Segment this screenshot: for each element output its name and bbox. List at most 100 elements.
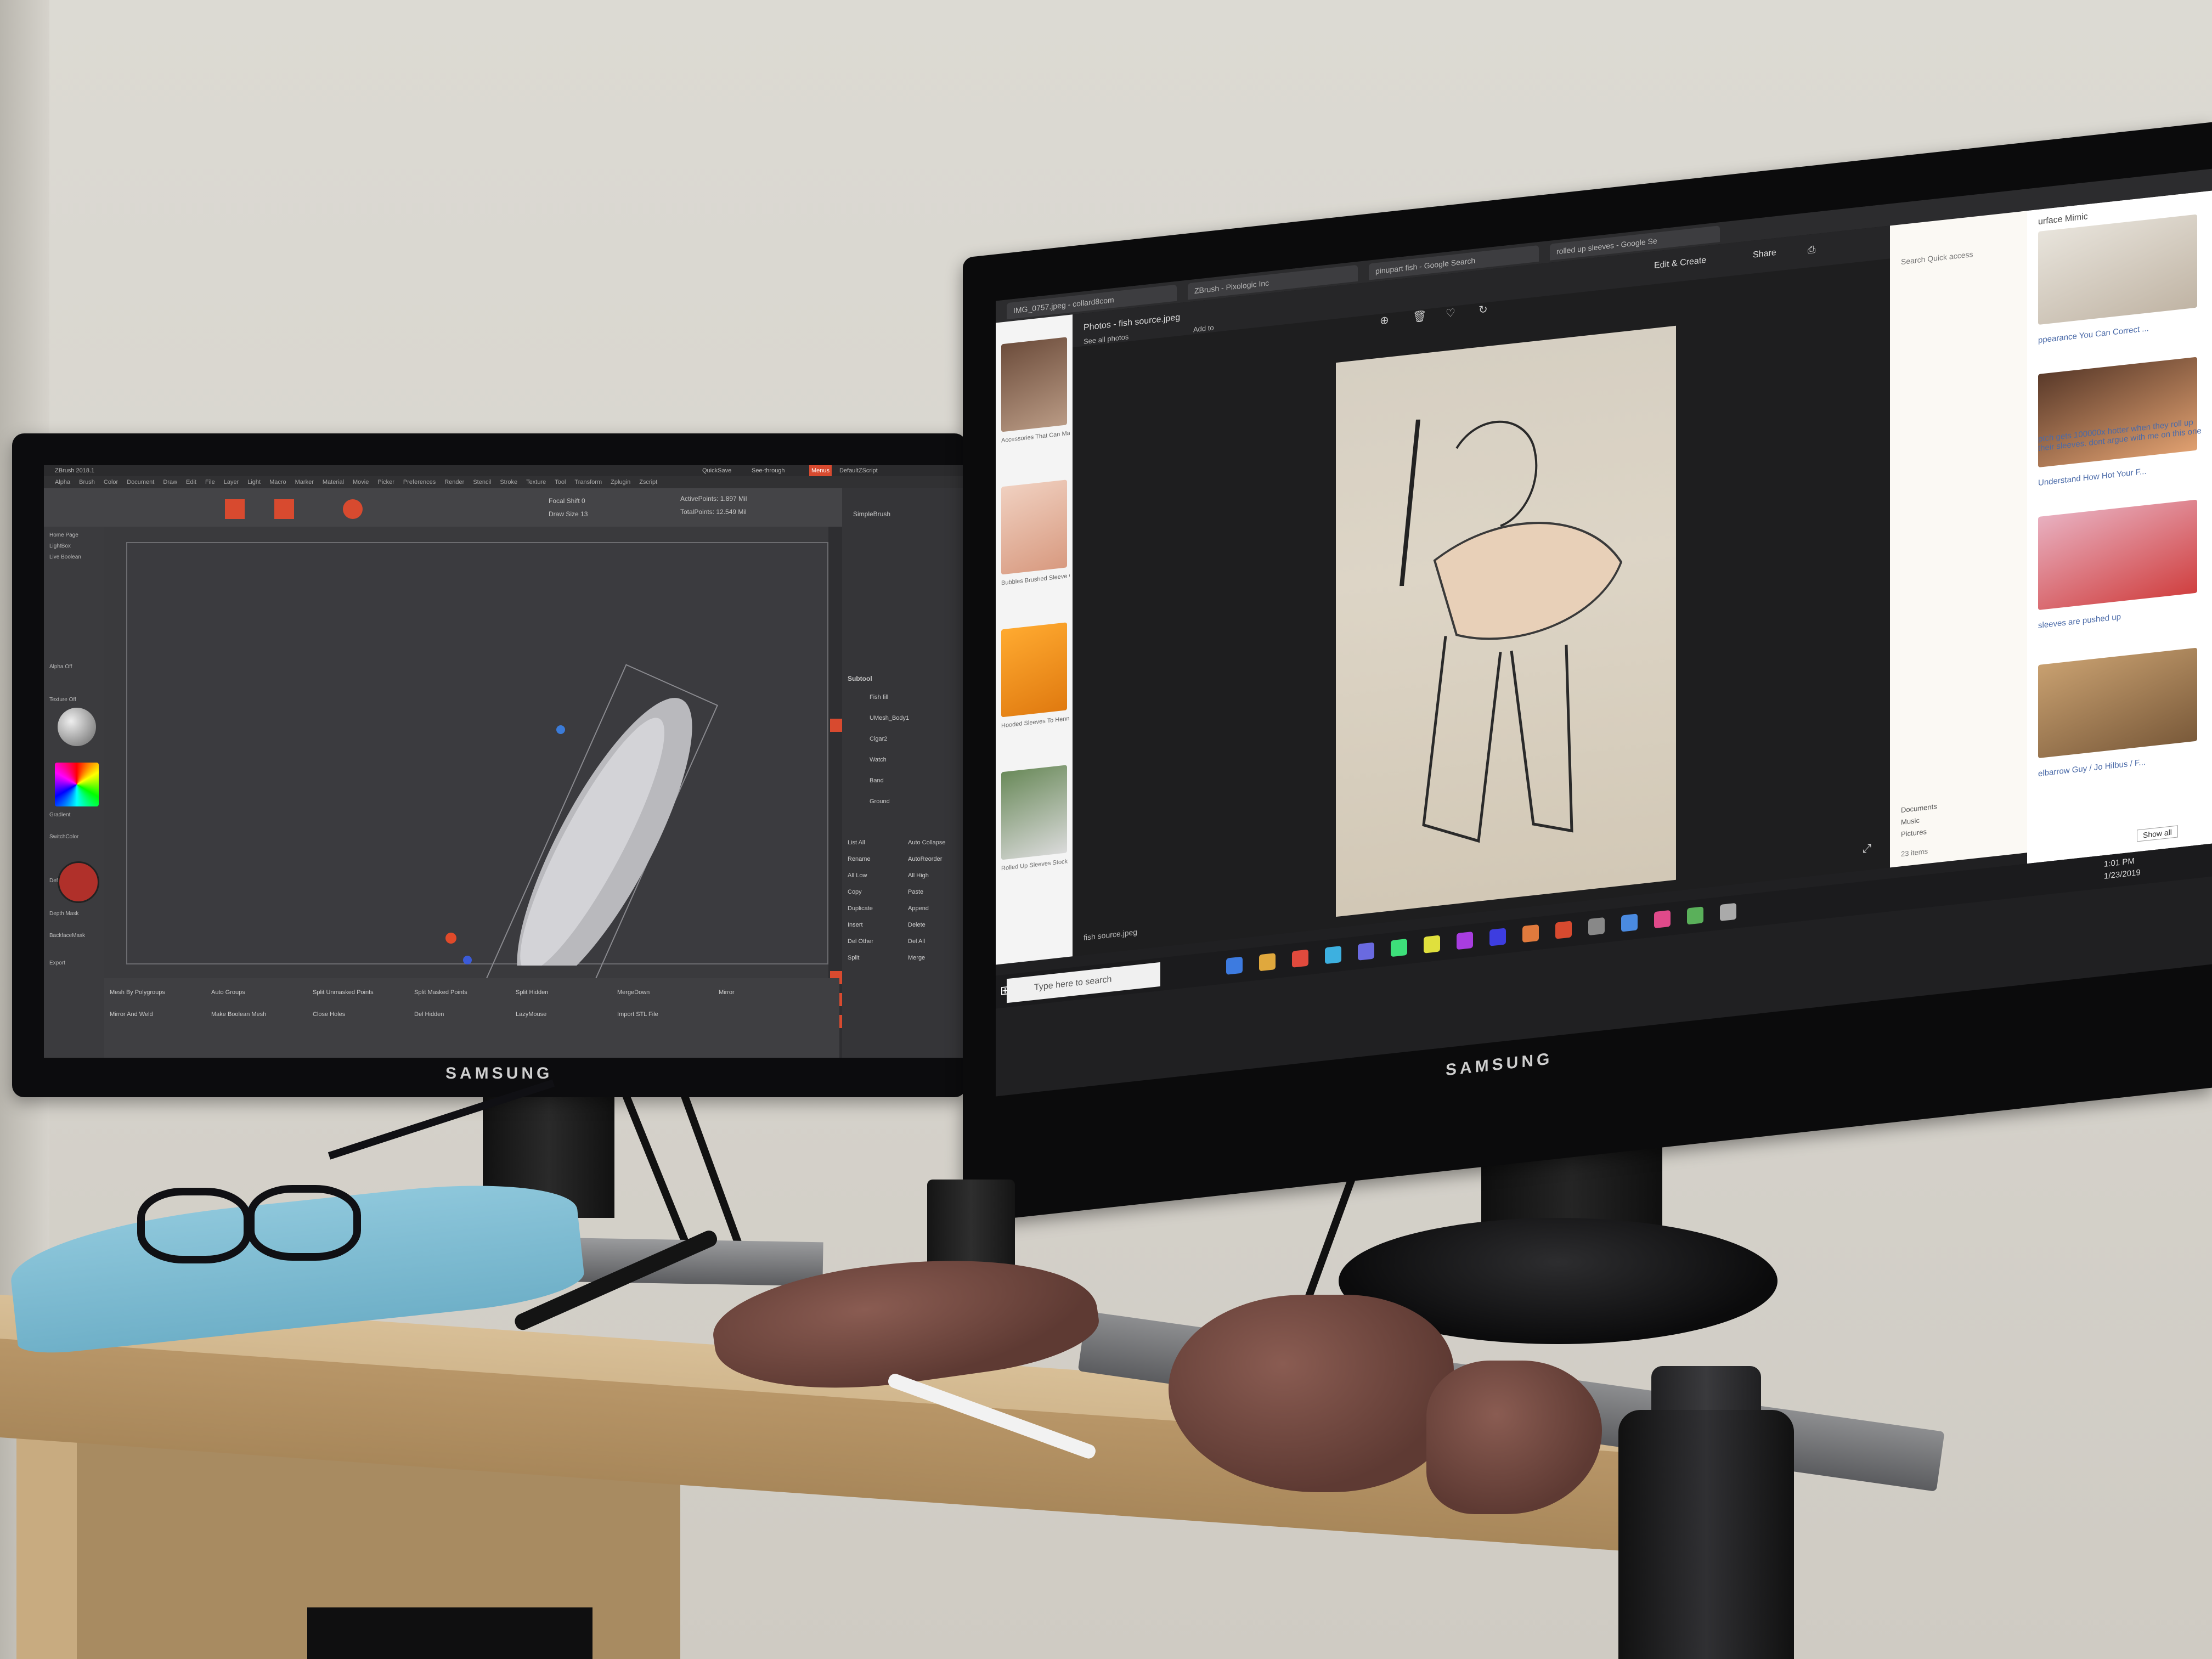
fish-model[interactable] xyxy=(127,543,830,966)
subtool-action-button[interactable]: List All xyxy=(848,839,865,846)
taskbar-app-icon[interactable] xyxy=(1259,953,1276,972)
thumb-image[interactable] xyxy=(1001,479,1067,575)
left-shelf-button[interactable]: Live Boolean xyxy=(49,554,81,560)
left-shelf-button[interactable]: Export xyxy=(49,960,65,966)
menu-item[interactable]: Render xyxy=(444,479,464,486)
subtool-action-button[interactable]: Append xyxy=(908,905,929,912)
taskbar-app-icon[interactable] xyxy=(1588,917,1605,936)
subtool-action-button[interactable]: Merge xyxy=(908,955,925,961)
taskbar-app-icon[interactable] xyxy=(1391,939,1407,957)
print-icon[interactable]: ⎙ xyxy=(1808,244,1815,256)
menu-item[interactable]: Material xyxy=(323,479,344,486)
explorer-sidebar-item[interactable]: Documents xyxy=(1901,802,1937,814)
taskbar-app-icon[interactable] xyxy=(1226,956,1243,975)
focal-shift-slider[interactable]: Focal Shift 0 xyxy=(549,497,585,505)
result-image[interactable] xyxy=(2038,214,2197,325)
subtool-action-button[interactable]: Auto Collapse xyxy=(908,839,946,846)
add-to-button[interactable]: Add to xyxy=(1193,323,1214,334)
menu-item[interactable]: Alpha xyxy=(55,479,70,486)
rotate-icon[interactable]: ↻ xyxy=(1479,302,1488,317)
subtool-item[interactable]: Band xyxy=(870,777,884,784)
subtool-action-button[interactable]: All Low xyxy=(848,872,867,879)
fullscreen-icon[interactable]: ⤢ xyxy=(1863,842,1871,856)
subtool-action-button[interactable]: AutoReorder xyxy=(908,856,942,862)
menu-item[interactable]: Zscript xyxy=(639,479,657,486)
subtool-action-button[interactable]: Copy xyxy=(848,889,862,895)
alpha-preview[interactable] xyxy=(58,861,99,903)
zbrush-canvas[interactable] xyxy=(126,542,830,1028)
menu-item[interactable]: Layer xyxy=(224,479,239,486)
menu-item[interactable]: Tool xyxy=(555,479,566,486)
left-shelf-button[interactable]: Texture Off xyxy=(49,697,76,703)
menu-item[interactable]: Transform xyxy=(574,479,602,486)
geometry-button[interactable]: Mesh By Polygroups xyxy=(110,989,165,996)
menu-item[interactable]: File xyxy=(205,479,215,486)
subtool-item[interactable]: Fish fill xyxy=(870,694,888,701)
menu-item[interactable]: Zplugin xyxy=(611,479,630,486)
subtool-item[interactable]: Ground xyxy=(870,798,890,805)
delete-icon[interactable]: 🗑 xyxy=(1413,309,1426,324)
quicksave-button[interactable]: QuickSave xyxy=(702,465,731,476)
geometry-button[interactable]: Auto Groups xyxy=(211,989,245,996)
thumb-caption[interactable]: Bubbles Brushed Sleeve Ca xyxy=(1001,573,1070,587)
see-all-photos-button[interactable]: See all photos xyxy=(1084,332,1128,346)
zoom-icon[interactable]: ⊕ xyxy=(1380,313,1389,328)
menu-item[interactable]: Macro xyxy=(269,479,286,486)
thumb-image[interactable] xyxy=(1001,765,1067,860)
subtool-action-button[interactable]: Paste xyxy=(908,889,923,895)
explorer-sidebar-item[interactable]: Music xyxy=(1901,816,1920,827)
taskbar-app-icon[interactable] xyxy=(1522,924,1539,943)
geometry-button[interactable]: Close Holes xyxy=(313,1011,345,1018)
geometry-button[interactable]: Split Masked Points xyxy=(414,989,467,996)
geometry-button[interactable]: Split Hidden xyxy=(516,989,548,996)
menu-item[interactable]: Stroke xyxy=(500,479,517,486)
result-image[interactable] xyxy=(2038,499,2197,611)
menu-item[interactable]: Brush xyxy=(79,479,95,486)
left-shelf-button[interactable]: LightBox xyxy=(49,543,71,549)
taskbar-app-icon[interactable] xyxy=(1292,949,1308,968)
geometry-button[interactable]: MergeDown xyxy=(617,989,650,996)
subtool-action-button[interactable]: Rename xyxy=(848,856,871,862)
subtool-action-button[interactable]: Insert xyxy=(848,922,863,928)
taskbar-app-icon[interactable] xyxy=(1555,921,1572,939)
edit-create-button[interactable]: Edit & Create xyxy=(1654,256,1706,271)
result-image[interactable] xyxy=(2038,357,2197,468)
geometry-button[interactable]: Mirror And Weld xyxy=(110,1011,153,1018)
subtool-item[interactable]: UMesh_Body1 xyxy=(870,715,909,721)
material-sphere[interactable] xyxy=(58,708,96,746)
menus-button[interactable]: Menus xyxy=(809,465,832,476)
geometry-button[interactable]: Mirror xyxy=(719,989,735,996)
favorite-icon[interactable]: ♡ xyxy=(1446,306,1455,320)
subtool-action-button[interactable]: Duplicate xyxy=(848,905,873,912)
thumb-image[interactable] xyxy=(1001,622,1067,718)
menu-item[interactable]: Movie xyxy=(353,479,369,486)
geometry-button[interactable]: Make Boolean Mesh xyxy=(211,1011,266,1018)
subtool-action-button[interactable]: All High xyxy=(908,872,929,879)
solo-button[interactable] xyxy=(830,719,843,732)
subtool-action-button[interactable]: Del Other xyxy=(848,938,873,945)
left-shelf-button[interactable]: Depth Mask xyxy=(49,911,78,917)
geometry-button[interactable]: Del Hidden xyxy=(414,1011,444,1018)
left-shelf-button[interactable]: Gradient xyxy=(49,812,70,818)
menu-item[interactable]: Edit xyxy=(186,479,196,486)
taskbar-app-icon[interactable] xyxy=(1621,913,1638,932)
thumb-caption[interactable]: Accessories That Can Make xyxy=(1001,430,1070,444)
left-shelf-button[interactable]: BackfaceMask xyxy=(49,933,85,939)
left-shelf-button[interactable]: Home Page xyxy=(49,532,78,538)
geometry-button[interactable]: Split Unmasked Points xyxy=(313,989,374,996)
menu-item[interactable]: Texture xyxy=(526,479,546,486)
subtool-action-button[interactable]: Split xyxy=(848,955,859,961)
thumb-image[interactable] xyxy=(1001,337,1067,432)
explorer-sidebar-item[interactable]: Pictures xyxy=(1901,827,1927,838)
subtool-item[interactable]: Watch xyxy=(870,757,887,763)
menu-item[interactable]: Light xyxy=(247,479,261,486)
taskbar-app-icon[interactable] xyxy=(1720,902,1736,922)
menu-item[interactable]: Stencil xyxy=(473,479,491,486)
taskbar-app-icon[interactable] xyxy=(1325,946,1341,964)
subtool-action-button[interactable]: Delete xyxy=(908,922,926,928)
menu-item[interactable]: Preferences xyxy=(403,479,436,486)
taskbar-app-icon[interactable] xyxy=(1687,906,1703,925)
menu-item[interactable]: Picker xyxy=(377,479,394,486)
subtool-action-button[interactable]: Del All xyxy=(908,938,925,945)
thumb-caption[interactable]: Rolled Up Sleeves Stock Photo xyxy=(1001,858,1070,872)
